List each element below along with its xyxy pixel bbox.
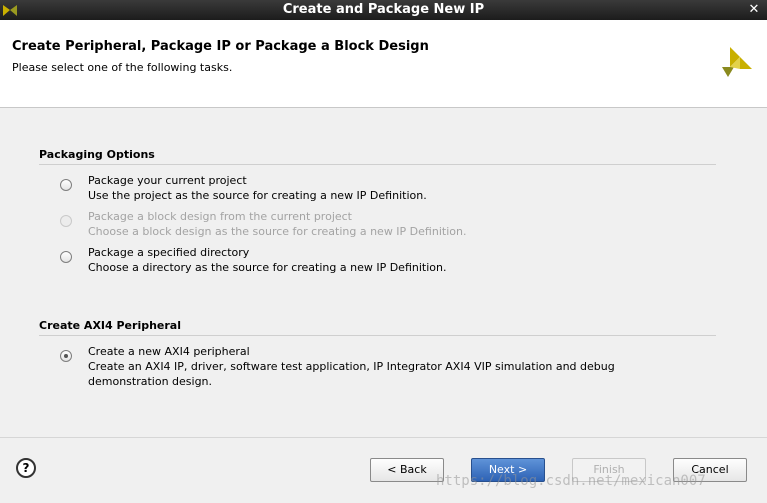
footer-divider [0, 437, 767, 438]
window-title: Create and Package New IP [282, 2, 485, 17]
option-label-package-current-project: Package your current project [88, 174, 247, 187]
radio-package-block-design [60, 215, 72, 227]
option-desc-package-current-project: Use the project as the source for creati… [88, 189, 427, 202]
back-button[interactable]: < Back [370, 458, 444, 482]
section-divider [39, 164, 716, 165]
page-subtitle: Please select one of the following tasks… [12, 61, 233, 74]
close-icon[interactable]: ✕ [747, 2, 761, 18]
xilinx-logo-icon [722, 47, 752, 77]
option-label-create-axi4-peripheral: Create a new AXI4 peripheral [88, 345, 250, 358]
page-title: Create Peripheral, Package IP or Package… [12, 39, 429, 54]
window-titlebar: Create and Package New IP ✕ [0, 0, 767, 20]
option-desc-package-specified-directory: Choose a directory as the source for cre… [88, 261, 447, 274]
packaging-options-heading: Packaging Options [39, 148, 155, 161]
create-axi4-heading: Create AXI4 Peripheral [39, 319, 182, 332]
wizard-header: Create Peripheral, Package IP or Package… [0, 20, 767, 108]
option-desc-create-axi4-peripheral-line2: demonstration design. [88, 375, 213, 388]
option-desc-create-axi4-peripheral-line1: Create an AXI4 IP, driver, software test… [88, 360, 615, 373]
option-label-package-specified-directory: Package a specified directory [88, 246, 250, 259]
section-divider [39, 335, 716, 336]
help-icon[interactable]: ? [16, 458, 36, 478]
option-label-package-block-design: Package a block design from the current … [88, 210, 352, 223]
radio-package-specified-directory[interactable] [60, 251, 72, 263]
watermark-text: https://blog.csdn.net/mexican007 [436, 473, 706, 489]
radio-create-axi4-peripheral[interactable] [60, 350, 72, 362]
radio-package-current-project[interactable] [60, 179, 72, 191]
option-desc-package-block-design: Choose a block design as the source for … [88, 225, 467, 238]
